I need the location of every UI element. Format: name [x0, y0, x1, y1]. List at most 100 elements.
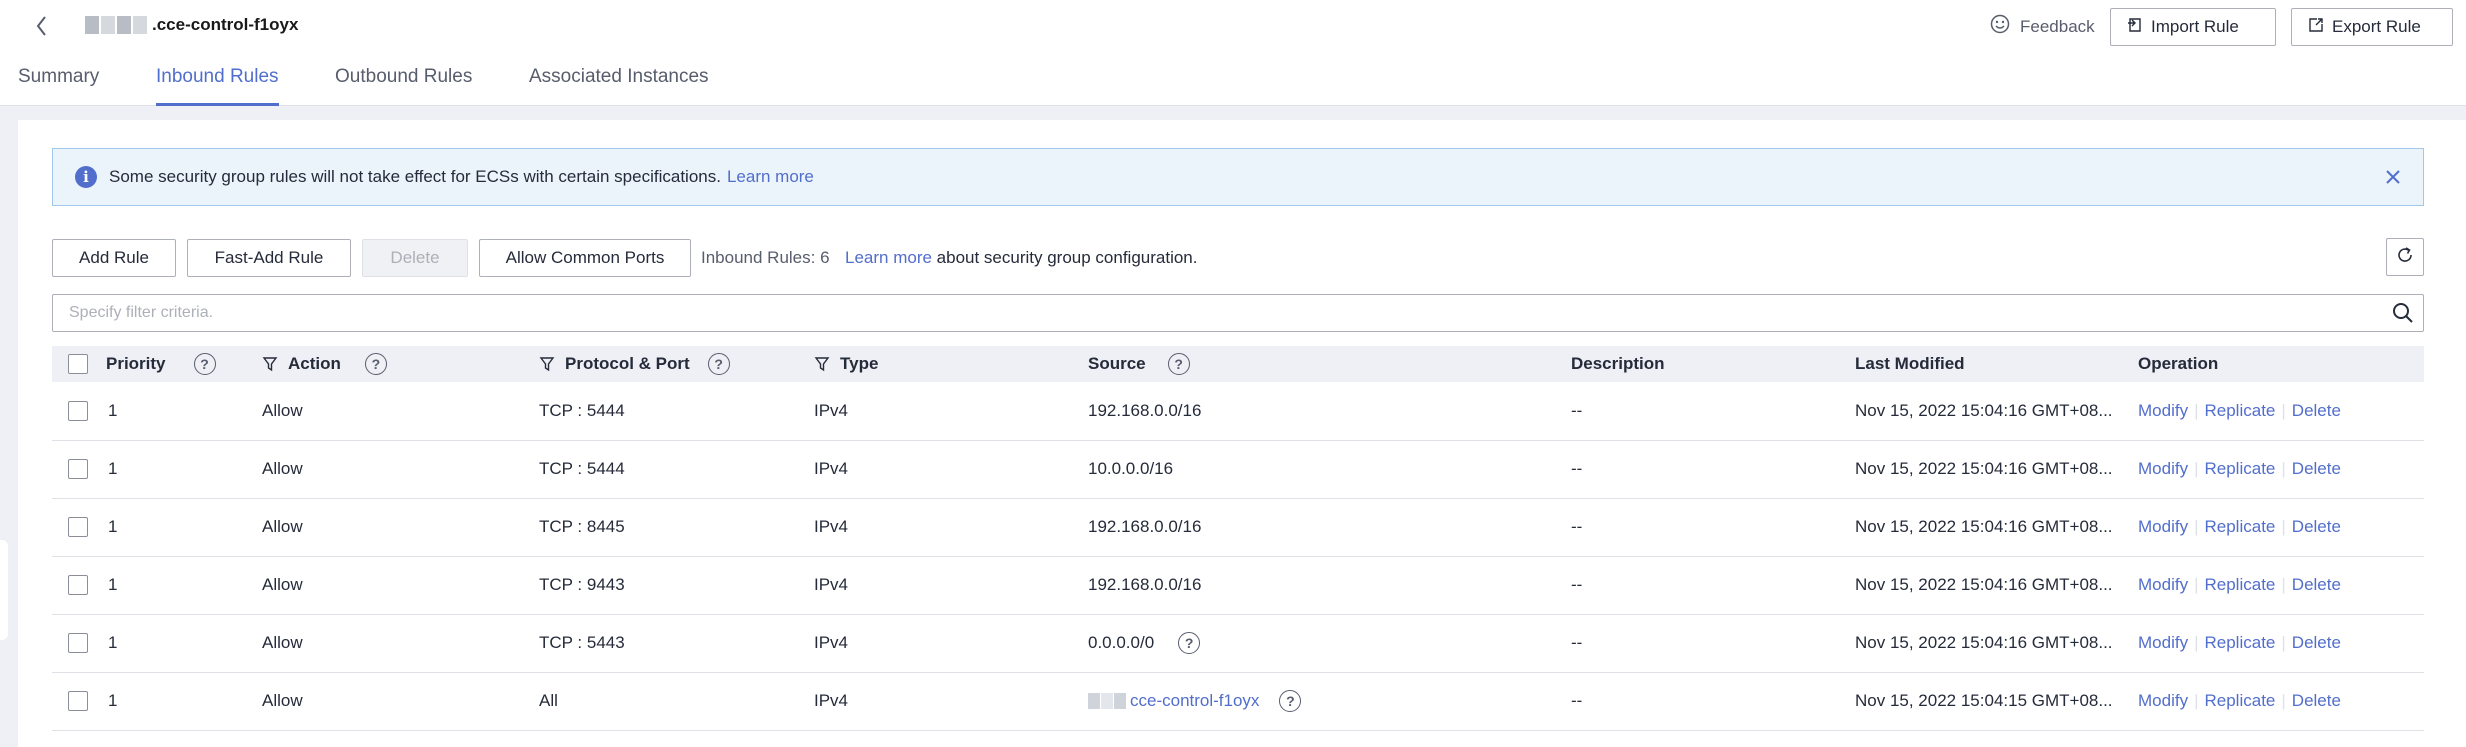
import-rule-button[interactable]: Import Rule — [2110, 8, 2276, 46]
separator: | — [2194, 633, 2199, 652]
cell-last-modified: Nov 15, 2022 15:04:16 GMT+08... — [1855, 400, 2113, 420]
replicate-link[interactable]: Replicate — [2205, 401, 2276, 421]
inbound-rule-count: Inbound Rules: 6 — [701, 248, 830, 267]
table-row: 1 Allow TCP : 5444 IPv4 10.0.0.0/16 -- Nov 15,… — [52, 440, 2424, 499]
select-all-checkbox[interactable] — [68, 354, 88, 374]
cell-priority: 1 — [108, 400, 118, 420]
action-help-icon[interactable]: ? — [364, 353, 387, 375]
source-redacted-prefix — [1088, 693, 1126, 709]
delete-button[interactable]: Delete — [362, 239, 468, 277]
row-checkbox[interactable] — [68, 459, 88, 479]
modify-link[interactable]: Modify — [2138, 517, 2188, 537]
delete-link[interactable]: Delete — [2292, 401, 2341, 421]
content-card: i Some security group rules will not tak… — [18, 120, 2466, 747]
allow-common-ports-button[interactable]: Allow Common Ports — [479, 239, 691, 277]
source-help-icon[interactable]: ? — [1167, 353, 1190, 375]
protocol-filter-icon[interactable] — [539, 356, 555, 372]
cell-description: -- — [1571, 575, 1583, 594]
cell-priority: 1 — [108, 517, 118, 536]
priority-help-icon[interactable]: ? — [193, 353, 216, 375]
replicate-link[interactable]: Replicate — [2205, 517, 2276, 537]
tab-summary[interactable]: Summary — [18, 62, 99, 106]
cell-protocol-port: TCP : 5444 — [539, 400, 625, 420]
feedback-link[interactable]: Feedback — [1990, 14, 2095, 39]
close-icon[interactable] — [2381, 165, 2405, 189]
cell-priority: 1 — [108, 575, 118, 594]
cell-action: Allow — [262, 633, 303, 652]
cell-action: Allow — [262, 400, 303, 420]
filter-search-box — [52, 294, 2424, 332]
delete-link[interactable]: Delete — [2292, 633, 2341, 653]
separator: | — [2194, 400, 2199, 420]
replicate-link[interactable]: Replicate — [2205, 633, 2276, 653]
notice-text: Some security group rules will not take … — [109, 167, 721, 186]
cell-description: -- — [1571, 633, 1583, 652]
col-priority: Priority — [106, 354, 166, 373]
filter-input[interactable] — [53, 295, 2353, 331]
source-help-icon[interactable]: ? — [1279, 690, 1302, 712]
import-icon — [2127, 17, 2143, 38]
row-checkbox[interactable] — [68, 517, 88, 537]
export-rule-button[interactable]: Export Rule — [2291, 8, 2453, 46]
replicate-link[interactable]: Replicate — [2205, 575, 2276, 595]
tab-associated-instances[interactable]: Associated Instances — [529, 62, 709, 106]
import-rule-label: Import Rule — [2151, 17, 2239, 36]
col-source: Source — [1088, 354, 1146, 373]
export-rule-label: Export Rule — [2332, 17, 2421, 36]
separator: | — [2281, 691, 2286, 710]
table-row: 1 Allow TCP : 5444 IPv4 192.168.0.0/16 -- Nov … — [52, 382, 2424, 441]
replicate-link[interactable]: Replicate — [2205, 459, 2276, 479]
search-icon[interactable] — [2391, 301, 2415, 325]
refresh-button[interactable] — [2386, 238, 2424, 276]
title-redacted-prefix — [85, 16, 147, 34]
type-filter-icon[interactable] — [814, 356, 830, 372]
cell-action: Allow — [262, 517, 303, 536]
modify-link[interactable]: Modify — [2138, 633, 2188, 653]
cell-priority: 1 — [108, 459, 118, 478]
table-row: 1 Allow TCP : 8445 IPv4 192.168.0.0/16 -- Nov … — [52, 498, 2424, 557]
row-checkbox[interactable] — [68, 400, 88, 421]
tab-outbound-rules[interactable]: Outbound Rules — [335, 62, 472, 106]
table-row: 1 Allow TCP : 5443 IPv4 0.0.0.0/0? -- Nov 15, … — [52, 614, 2424, 673]
replicate-link[interactable]: Replicate — [2205, 691, 2276, 711]
top-bar: .cce-control-f1oyx Feedback Import Rule … — [0, 0, 2466, 106]
row-checkbox[interactable] — [68, 575, 88, 595]
learn-more-link[interactable]: Learn more — [845, 248, 932, 267]
side-drawer-handle[interactable] — [0, 540, 8, 640]
cell-action: Allow — [262, 691, 303, 710]
cell-type: IPv4 — [814, 691, 849, 710]
cell-type: IPv4 — [814, 459, 849, 478]
feedback-label: Feedback — [2020, 16, 2095, 36]
info-icon: i — [75, 166, 97, 188]
cell-source-link[interactable]: cce-control-f1oyx — [1130, 691, 1259, 711]
action-filter-icon[interactable] — [262, 356, 278, 372]
refresh-icon — [2396, 246, 2414, 269]
source-help-icon[interactable]: ? — [1178, 632, 1201, 654]
cell-last-modified: Nov 15, 2022 15:04:16 GMT+08... — [1855, 575, 2113, 594]
cell-type: IPv4 — [814, 575, 849, 594]
fast-add-rule-button[interactable]: Fast-Add Rule — [187, 239, 351, 277]
cell-description: -- — [1571, 400, 1583, 420]
notice-learn-more-link[interactable]: Learn more — [727, 167, 814, 187]
row-checkbox[interactable] — [68, 691, 88, 711]
modify-link[interactable]: Modify — [2138, 691, 2188, 711]
delete-link[interactable]: Delete — [2292, 575, 2341, 595]
delete-link[interactable]: Delete — [2292, 517, 2341, 537]
row-checkbox[interactable] — [68, 633, 88, 653]
cell-protocol-port: TCP : 9443 — [539, 575, 625, 594]
tab-inbound-rules[interactable]: Inbound Rules — [156, 62, 279, 106]
modify-link[interactable]: Modify — [2138, 459, 2188, 479]
delete-link[interactable]: Delete — [2292, 459, 2341, 479]
smiley-icon — [1990, 14, 2010, 39]
cell-description: -- — [1571, 459, 1583, 478]
protocol-help-icon[interactable]: ? — [707, 353, 730, 375]
separator: | — [2194, 691, 2199, 710]
learn-more-suffix: about security group configuration. — [931, 248, 1198, 267]
modify-link[interactable]: Modify — [2138, 575, 2188, 595]
learn-more-text: Learn more about security group configur… — [845, 248, 1198, 268]
add-rule-button[interactable]: Add Rule — [52, 239, 176, 277]
back-arrow-icon[interactable] — [30, 12, 54, 40]
delete-link[interactable]: Delete — [2292, 691, 2341, 711]
modify-link[interactable]: Modify — [2138, 401, 2188, 421]
cell-last-modified: Nov 15, 2022 15:04:16 GMT+08... — [1855, 633, 2113, 652]
